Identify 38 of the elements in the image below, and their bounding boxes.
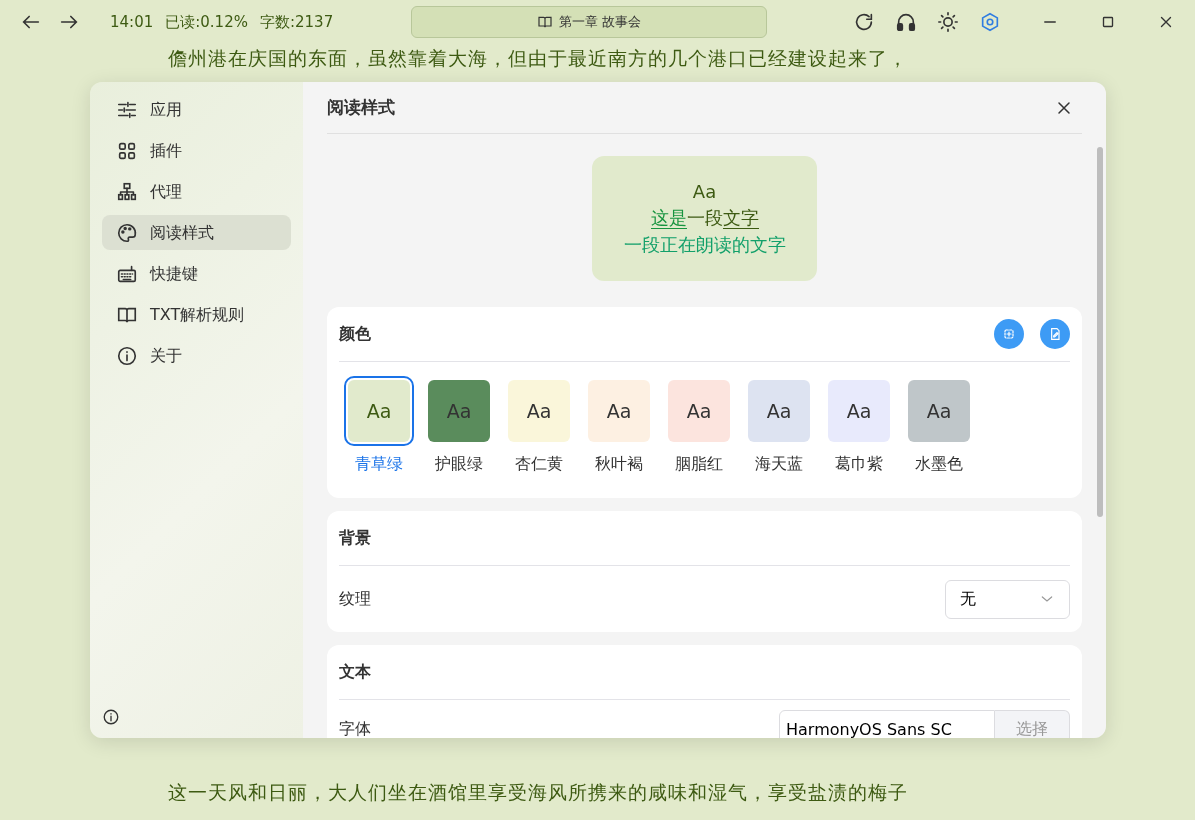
chapter-title: 第一章 故事会: [559, 13, 642, 32]
reading-text: 这一天风和日丽，大人们坐在酒馆里享受海风所携来的咸味和湿气，享受盐渍的梅子: [167, 780, 908, 805]
setting-label: 纹理: [339, 588, 371, 610]
book-icon: [537, 14, 553, 30]
network-icon: [116, 180, 138, 203]
progress-text: 已读:0.12%: [165, 11, 248, 33]
info-icon: [116, 344, 138, 367]
sidebar-item[interactable]: 插件: [102, 133, 291, 168]
settings-icon[interactable]: [979, 11, 1001, 33]
section-title: 文本: [339, 661, 371, 683]
word-count-text: 字数:2137: [259, 11, 334, 33]
sidebar-item[interactable]: TXT解析规则: [102, 297, 291, 332]
palette-icon: [116, 221, 138, 244]
preview-sample: Aa: [692, 180, 717, 205]
chapter-button[interactable]: 第一章 故事会: [411, 6, 768, 38]
sidebar-item[interactable]: 关于: [102, 338, 291, 373]
info-icon[interactable]: [102, 708, 120, 726]
section-title: 背景: [339, 527, 371, 549]
font-field[interactable]: HarmonyOS Sans SC: [779, 710, 995, 738]
plus-icon: [1001, 326, 1017, 342]
add-theme-button[interactable]: [994, 319, 1024, 349]
edit-theme-button[interactable]: [1040, 319, 1070, 349]
reading-text: 儋州港在庆国的东面，虽然靠着大海，但由于最近南方的几个港口已经建设起来了，: [167, 46, 909, 71]
clock-text: 14:01: [110, 11, 154, 33]
sidebar-item[interactable]: 应用: [102, 92, 291, 127]
reading-highlight-text: 一段正在朗读的文字: [623, 232, 786, 257]
refresh-icon[interactable]: [853, 11, 875, 33]
sun-icon[interactable]: [937, 11, 959, 33]
setting-label: 字体: [339, 718, 371, 738]
section-title: 颜色: [339, 323, 371, 345]
sidebar-item[interactable]: 代理: [102, 174, 291, 209]
sidebar-item[interactable]: 快捷键: [102, 256, 291, 291]
preview-text: 这是一段文字: [650, 206, 759, 232]
scrollbar[interactable]: [1097, 147, 1103, 517]
sidebar-item[interactable]: 阅读样式: [102, 215, 291, 250]
headphones-icon[interactable]: [895, 11, 917, 33]
dialog-title: 阅读样式: [327, 95, 395, 119]
texture-dropdown[interactable]: 无: [945, 579, 1070, 619]
